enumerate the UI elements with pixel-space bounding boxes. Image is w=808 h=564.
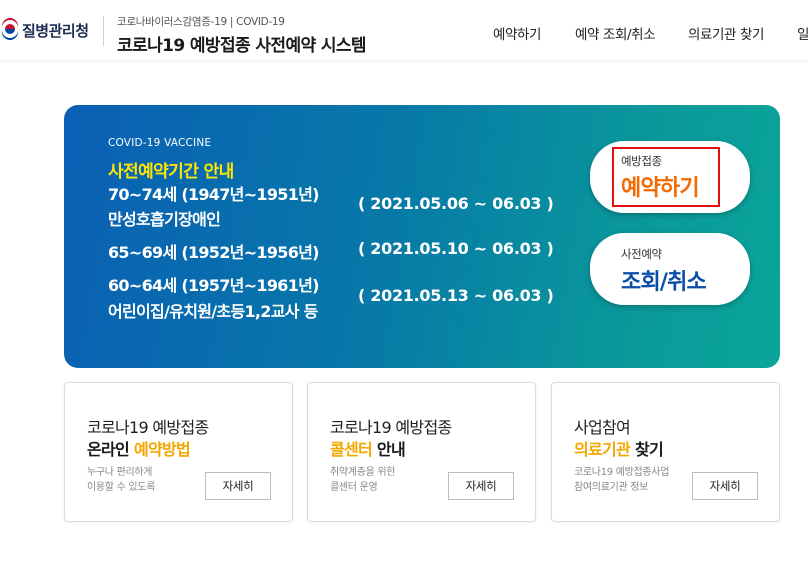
card-subtitle-plain: 온라인: [87, 440, 134, 459]
card-subtitle-plain: 안내: [372, 440, 406, 459]
card-find-clinic[interactable]: 사업참여 의료기관 찾기 코로나19 예방접종사업 참여의료기관 정보 자세히: [551, 382, 780, 522]
group-2-period: ( 2021.05.10 ~ 06.03 ): [358, 239, 554, 258]
card-subtitle: 온라인 예약방법: [87, 436, 191, 460]
card-desc-line: 취약계층을 위한: [330, 467, 396, 478]
card-title: 코로나19 예방접종: [87, 418, 209, 437]
header-shadow: [0, 60, 808, 64]
nav-reserve[interactable]: 예약하기: [493, 23, 541, 43]
group-1-extra: 만성호흡기장애인: [108, 210, 221, 229]
card-call-center[interactable]: 코로나19 예방접종 콜센터 안내 취약계층을 위한 콜센터 운영 자세히: [307, 382, 536, 522]
group-1-age: 70~74세 (1947년~1951년): [108, 185, 319, 204]
card-subtitle-accent: 예약방법: [133, 440, 191, 459]
hero-eyebrow: COVID-19 VACCINE: [108, 137, 212, 149]
site-title[interactable]: 코로나19 예방접종 사전예약 시스템: [117, 31, 367, 56]
card-online-reservation[interactable]: 코로나19 예방접종 온라인 예약방법 누구나 편리하게 이용할 수 있도록 자…: [64, 382, 293, 522]
header-divider: [103, 16, 104, 46]
card-desc-line: 누구나 편리하게: [87, 467, 153, 478]
card-desc-line: 코로나19 예방접종사업: [574, 467, 670, 478]
details-button[interactable]: 자세히: [692, 472, 758, 500]
card-subtitle-accent: 의료기관: [574, 440, 631, 459]
card-subtitle: 의료기관 찾기: [574, 436, 664, 460]
hero-banner: COVID-19 VACCINE 사전예약기간 안내 70~74세 (1947년…: [64, 105, 780, 368]
group-1-period: ( 2021.05.06 ~ 06.03 ): [358, 194, 554, 213]
card-desc-line: 이용할 수 있도록: [87, 482, 156, 493]
card-description: 코로나19 예방접종사업 참여의료기관 정보: [574, 465, 669, 495]
nav-find-clinic[interactable]: 의료기관 찾기: [688, 23, 764, 43]
lookup-button-label: 조회/취소: [621, 270, 707, 295]
group-3-extra: 어린이집/유치원/초등1,2교사 등: [108, 302, 318, 321]
group-3-period: ( 2021.05.13 ~ 06.03 ): [358, 286, 554, 305]
card-title: 사업참여: [574, 418, 631, 437]
card-subtitle-plain: 찾기: [630, 440, 664, 459]
reserve-button-label: 예약하기: [621, 176, 700, 201]
reserve-button-caption: 예방접종: [621, 154, 662, 168]
card-description: 누구나 편리하게 이용할 수 있도록: [87, 465, 155, 495]
site-subtitle: 코로나바이러스감염증-19 | COVID-19: [117, 16, 285, 28]
card-desc-line: 참여의료기관 정보: [574, 482, 649, 493]
nav-item-truncated[interactable]: 일: [797, 23, 808, 43]
group-2-age: 65~69세 (1952년~1956년): [108, 243, 319, 262]
lookup-button-caption: 사전예약: [621, 247, 662, 261]
government-emblem-icon[interactable]: [0, 18, 20, 42]
reserve-button[interactable]: 예방접종 예약하기: [590, 141, 750, 213]
nav-lookup-cancel[interactable]: 예약 조회/취소: [575, 23, 656, 43]
hero-heading: 사전예약기간 안내: [108, 162, 234, 182]
details-button[interactable]: 자세히: [205, 472, 271, 500]
details-button[interactable]: 자세히: [448, 472, 514, 500]
card-subtitle-accent: 콜센터: [330, 440, 373, 459]
site-header: 질병관리청 코로나바이러스감염증-19 | COVID-19 코로나19 예방접…: [0, 0, 808, 60]
agency-logo-text[interactable]: 질병관리청: [22, 20, 89, 41]
card-title: 코로나19 예방접종: [330, 418, 452, 437]
card-desc-line: 콜센터 운영: [330, 482, 378, 493]
card-description: 취약계층을 위한 콜센터 운영: [330, 465, 395, 495]
lookup-cancel-button[interactable]: 사전예약 조회/취소: [590, 233, 750, 305]
group-3-age: 60~64세 (1957년~1961년): [108, 276, 319, 295]
card-subtitle: 콜센터 안내: [330, 436, 406, 460]
